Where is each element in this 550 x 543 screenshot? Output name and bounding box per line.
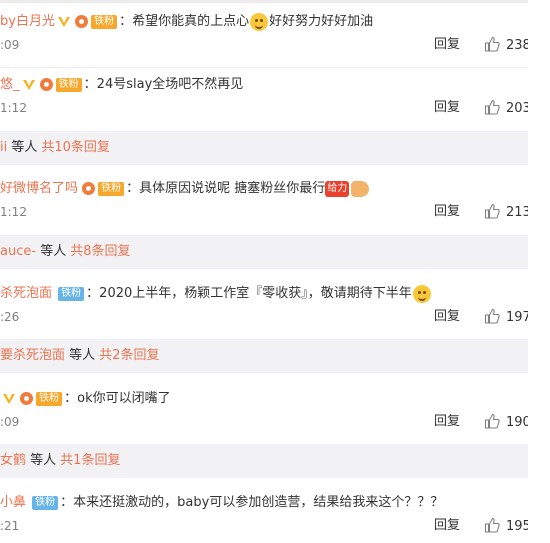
geili-sticker-icon: 给力 [325, 180, 350, 197]
comment-username[interactable]: by白月光 [0, 14, 55, 29]
reply-thread-bar[interactable]: ii 等人 共10条回复 [0, 131, 528, 165]
like-button[interactable]: 203 [484, 99, 528, 118]
comment-body: 铁粉 ：ok你可以闭嘴了 [0, 389, 171, 409]
top-divider [0, 0, 528, 3]
comment-body: 悠_ 铁粉 ：24号slay全场吧不然再见 [0, 77, 244, 92]
comment-text: ok你可以闭嘴了 [77, 391, 171, 406]
fan-badge: 铁粉 [32, 495, 59, 510]
comment-time: 1:12 [0, 205, 27, 219]
comment-time: 1:12 [0, 101, 27, 115]
reply-button[interactable]: 回复 [434, 308, 460, 326]
like-count: 197 [506, 310, 528, 325]
comment-time: :21 [0, 519, 20, 533]
thread-user[interactable]: 女鹤 [0, 453, 26, 468]
reply-thread-bar[interactable]: 女鹤 等人 共1条回复 [0, 444, 528, 478]
thread-user[interactable]: auce- [0, 244, 36, 259]
like-count: 238 [506, 38, 528, 53]
thumbs-up-icon [484, 99, 500, 115]
right-gutter [528, 0, 550, 543]
thread-suffix: 等人 [69, 348, 96, 363]
thread-user[interactable]: 要杀死泡面 [0, 348, 65, 363]
fan-ring-icon [82, 182, 96, 195]
view-replies-link[interactable]: 共2条回复 [99, 348, 159, 363]
comment-text-tail: 好好努力好好加油 [269, 14, 374, 29]
fan-ring-icon [20, 392, 34, 405]
reply-button[interactable]: 回复 [434, 517, 460, 535]
comment-item: 悠_ 铁粉 ：24号slay全场吧不然再见 1:12 回复 203 [0, 75, 528, 131]
thumbs-up-icon [484, 36, 500, 52]
comment-body: 小鼻 铁粉 ：本来还挺激动的，baby可以参加创造营，结果给我来这个？？？ [0, 495, 444, 510]
comment-item: by白月光 铁粉 ：希望你能真的上点心 好好努力好好加油 :09 回复 238 [0, 12, 528, 68]
reply-button[interactable]: 回复 [434, 36, 460, 54]
comment-time: :09 [0, 38, 20, 52]
vip-v-icon [22, 78, 36, 92]
comment-body: 杀死泡面 铁粉 ：2020上半年，杨颖工作室『零收获』，敬请期待下半年 [0, 284, 432, 304]
comment-username[interactable]: 悠_ [0, 77, 20, 92]
reply-thread-bar[interactable]: auce- 等人 共8条回复 [0, 235, 528, 269]
like-button[interactable]: 213 [484, 203, 528, 222]
like-count: 190 [506, 415, 528, 430]
like-count: 195 [506, 519, 528, 534]
comment-username[interactable]: 杀死泡面 [0, 286, 52, 301]
comment-body: by白月光 铁粉 ：希望你能真的上点心 好好努力好好加油 [0, 12, 374, 31]
comment-username[interactable]: 小鼻 [0, 495, 26, 510]
comment-item: 好微博名了吗 铁粉 ：具体原因说说呢 搪塞粉丝你最行 给力 1:12 回复 213 [0, 179, 528, 234]
thread-user[interactable]: ii [0, 140, 7, 155]
smile-emoji-icon [250, 12, 269, 31]
fan-badge: 铁粉 [91, 14, 118, 29]
comment-username[interactable]: 好微博名了吗 [0, 181, 78, 196]
thread-suffix: 等人 [11, 140, 38, 155]
comment-text: 具体原因说说呢 搪塞粉丝你最行 [139, 181, 326, 196]
comment-time: :09 [0, 415, 20, 429]
reply-thread-bar[interactable]: 要杀死泡面 等人 共2条回复 [0, 339, 528, 373]
thread-suffix: 等人 [30, 453, 57, 468]
thread-suffix: 等人 [40, 244, 67, 259]
view-replies-link[interactable]: 共8条回复 [70, 244, 130, 259]
thumbs-up-icon [484, 413, 500, 429]
vip-v-icon [57, 15, 71, 29]
view-replies-link[interactable]: 共1条回复 [60, 453, 120, 468]
fist-emoji-icon [351, 180, 370, 197]
like-button[interactable]: 197 [484, 308, 528, 327]
fan-ring-icon [75, 15, 89, 28]
fan-badge: 铁粉 [58, 286, 85, 301]
like-button[interactable]: 190 [484, 413, 528, 432]
fan-badge: 铁粉 [36, 391, 63, 406]
fan-ring-icon [39, 78, 53, 91]
fan-badge: 铁粉 [98, 181, 125, 196]
like-button[interactable]: 238 [484, 36, 528, 55]
comment-text: 希望你能真的上点心 [132, 14, 250, 29]
vip-v-icon [2, 392, 16, 406]
reply-button[interactable]: 回复 [434, 203, 460, 221]
comment-item: 杀死泡面 铁粉 ：2020上半年，杨颖工作室『零收获』，敬请期待下半年 :26 回… [0, 284, 528, 339]
comment-item: 小鼻 铁粉 ：本来还挺激动的，baby可以参加创造营，结果给我来这个？？？ :21… [0, 493, 528, 543]
comment-time: :26 [0, 310, 20, 324]
like-button[interactable]: 195 [484, 517, 528, 536]
reply-button[interactable]: 回复 [434, 99, 460, 117]
comment-text: 本来还挺激动的，baby可以参加创造营，结果给我来这个？？？ [73, 495, 444, 510]
like-count: 203 [506, 101, 528, 116]
comment-body: 好微博名了吗 铁粉 ：具体原因说说呢 搪塞粉丝你最行 给力 [0, 179, 370, 199]
comment-feed: by白月光 铁粉 ：希望你能真的上点心 好好努力好好加油 :09 回复 238 悠_… [0, 0, 528, 543]
smile-emoji-icon [412, 284, 431, 303]
like-count: 213 [506, 205, 528, 220]
thumbs-up-icon [484, 308, 500, 324]
comment-item: 铁粉 ：ok你可以闭嘴了 :09 回复 190 [0, 389, 528, 443]
divider [0, 67, 528, 68]
thumbs-up-icon [484, 517, 500, 533]
thumbs-up-icon [484, 203, 500, 219]
view-replies-link[interactable]: 共10条回复 [41, 140, 110, 155]
comment-text: 2020上半年，杨颖工作室『零收获』，敬请期待下半年 [99, 286, 412, 301]
fan-badge: 铁粉 [55, 77, 82, 92]
reply-button[interactable]: 回复 [434, 413, 460, 431]
comment-text: 24号slay全场吧不然再见 [96, 77, 244, 92]
